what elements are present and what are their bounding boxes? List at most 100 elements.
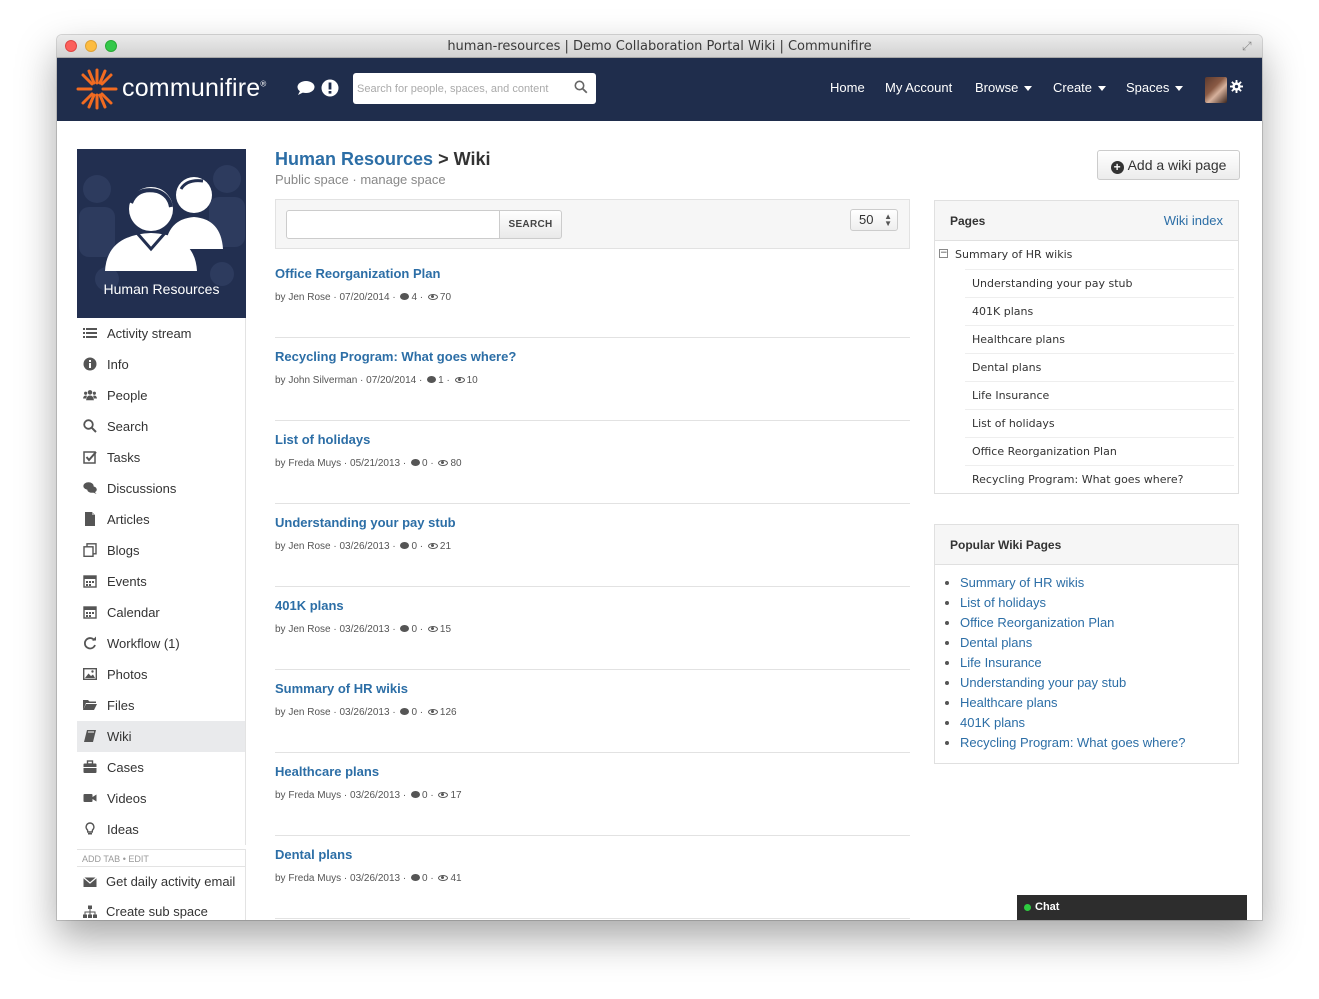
manage-space-link[interactable]: manage space [360, 172, 445, 187]
tree-child-item[interactable]: Understanding your pay stub [965, 269, 1234, 297]
sidebar-item-files[interactable]: Files [77, 690, 246, 721]
sidebar-item-videos[interactable]: Videos [77, 783, 246, 814]
popular-page-link[interactable]: Dental plans [935, 633, 1238, 653]
collapse-icon[interactable]: − [939, 249, 948, 258]
chat-bar[interactable]: Chat [1017, 895, 1247, 920]
sidebar-item-articles[interactable]: Articles [77, 504, 246, 535]
select-arrows-icon: ▲ ▼ [884, 212, 892, 228]
sidebar-item-label: Tasks [107, 450, 141, 465]
popular-page-link[interactable]: Understanding your pay stub [935, 673, 1238, 693]
tree-root-item[interactable]: − Summary of HR wikis [935, 241, 1238, 269]
sidebar-item-label: People [107, 388, 148, 403]
wiki-article-title[interactable]: Office Reorganization Plan [275, 266, 440, 281]
eye-icon [438, 460, 449, 466]
sidebar-item-events[interactable]: Events [77, 566, 246, 597]
popular-page-link[interactable]: Life Insurance [935, 653, 1238, 673]
nav-browse[interactable]: Browse [975, 80, 1033, 95]
create-sub-space-link[interactable]: Create sub space [77, 897, 246, 920]
wiki-search-input[interactable] [286, 210, 500, 239]
article-author-link[interactable]: Jen Rose [288, 292, 330, 303]
article-view-count: 17 [450, 790, 462, 801]
notifications-icon[interactable] [321, 79, 339, 97]
wiki-article-title[interactable]: Recycling Program: What goes where? [275, 349, 516, 364]
wiki-article-title[interactable]: Understanding your pay stub [275, 515, 456, 530]
article-author-link[interactable]: John Silverman [288, 375, 357, 386]
article-author-link[interactable]: Freda Muys [288, 873, 341, 884]
sidebar-item-info[interactable]: Info [77, 349, 246, 380]
popular-page-link[interactable]: Office Reorganization Plan [935, 613, 1238, 633]
tree-child-item[interactable]: Life Insurance [965, 381, 1234, 409]
wiki-article-title[interactable]: Dental plans [275, 847, 352, 862]
gear-icon[interactable] [1230, 80, 1243, 93]
sidebar-item-discussions[interactable]: Discussions [77, 473, 246, 504]
article-author-link[interactable]: Jen Rose [288, 624, 330, 635]
wiki-article-item: Recycling Program: What goes where? by Jo… [275, 338, 910, 421]
popular-page-link[interactable]: Recycling Program: What goes where? [935, 733, 1238, 753]
sidebar-item-label: Files [107, 698, 135, 713]
nav-spaces[interactable]: Spaces [1126, 80, 1184, 95]
popular-page-link[interactable]: 401K plans [935, 713, 1238, 733]
wiki-article-title[interactable]: Healthcare plans [275, 764, 379, 779]
messages-icon[interactable] [297, 80, 317, 96]
popular-page-link[interactable]: Summary of HR wikis [935, 573, 1238, 593]
global-search-input[interactable] [357, 77, 567, 100]
sidebar-item-activity-stream[interactable]: Activity stream [77, 318, 246, 349]
communifire-logo-icon[interactable] [75, 67, 119, 111]
sidebar-item-workflow[interactable]: Workflow (1) [77, 628, 246, 659]
article-date: 03/26/2013 [350, 790, 401, 801]
article-author-link[interactable]: Jen Rose [288, 541, 330, 552]
edit-tabs-link[interactable]: EDIT [128, 854, 149, 864]
breadcrumb: Human Resources > Wiki [275, 149, 490, 170]
space-avatar-card[interactable]: Human Resources [77, 149, 246, 318]
article-comment-count: 0 [421, 458, 428, 469]
nav-my-account[interactable]: My Account [885, 80, 952, 95]
sidebar-item-wiki[interactable]: Wiki [77, 721, 246, 752]
wiki-article-title[interactable]: Summary of HR wikis [275, 681, 408, 696]
sidebar-item-photos[interactable]: Photos [77, 659, 246, 690]
nav-home[interactable]: Home [830, 80, 865, 95]
space-subtitle: Public space · manage space [275, 172, 446, 187]
sidebar-item-tasks[interactable]: Tasks [77, 442, 246, 473]
browser-window: human-resources | Demo Collaboration Por… [57, 35, 1262, 920]
chevron-down-icon [1175, 86, 1184, 92]
sidebar-item-ideas[interactable]: Ideas [77, 814, 246, 845]
breadcrumb-space-link[interactable]: Human Resources [275, 149, 433, 169]
nav-create[interactable]: Create [1053, 80, 1107, 95]
search-icon[interactable] [574, 80, 588, 94]
tree-child-item[interactable]: Dental plans [965, 353, 1234, 381]
article-author-link[interactable]: Freda Muys [288, 790, 341, 801]
popular-page-link[interactable]: List of holidays [935, 593, 1238, 613]
article-author-link[interactable]: Freda Muys [288, 458, 341, 469]
logo-wordmark[interactable]: communifire® [122, 74, 266, 103]
popular-page-link[interactable]: Healthcare plans [935, 693, 1238, 713]
wiki-index-link[interactable]: Wiki index [1164, 213, 1223, 228]
tree-child-item[interactable]: Recycling Program: What goes where? [965, 465, 1234, 493]
wiki-article-title[interactable]: List of holidays [275, 432, 370, 447]
article-date: 07/20/2014 [366, 375, 417, 386]
eye-icon [427, 294, 438, 300]
comments-icon [83, 482, 97, 494]
sidebar-item-cases[interactable]: Cases [77, 752, 246, 783]
article-view-count: 126 [439, 707, 457, 718]
sidebar-item-people[interactable]: People [77, 380, 246, 411]
sidebar-item-calendar[interactable]: Calendar [77, 597, 246, 628]
daily-activity-email-link[interactable]: Get daily activity email [77, 867, 246, 897]
add-tab-link[interactable]: ADD TAB [82, 854, 120, 864]
tree-child-item[interactable]: 401K plans [965, 297, 1234, 325]
user-avatar[interactable] [1205, 77, 1227, 103]
add-wiki-page-button[interactable]: + Add a wiki page [1097, 150, 1240, 180]
sidebar-item-search[interactable]: Search [77, 411, 246, 442]
tree-child-item[interactable]: List of holidays [965, 409, 1234, 437]
page-size-select[interactable]: 50 ▲ ▼ [850, 209, 898, 231]
wiki-article-title[interactable]: 401K plans [275, 598, 344, 613]
comment-icon [400, 293, 410, 300]
sidebar-extra-label: Get daily activity email [106, 874, 236, 889]
comment-icon [400, 542, 410, 549]
wiki-search-button[interactable]: SEARCH [499, 210, 562, 239]
wiki-article-meta: by Jen Rose · 03/26/2013 · 0 · 126 [275, 707, 457, 718]
tree-child-item[interactable]: Office Reorganization Plan [965, 437, 1234, 465]
article-author-link[interactable]: Jen Rose [288, 707, 330, 718]
fullscreen-icon[interactable]: ⤢ [1242, 39, 1256, 53]
tree-child-item[interactable]: Healthcare plans [965, 325, 1234, 353]
sidebar-item-blogs[interactable]: Blogs [77, 535, 246, 566]
